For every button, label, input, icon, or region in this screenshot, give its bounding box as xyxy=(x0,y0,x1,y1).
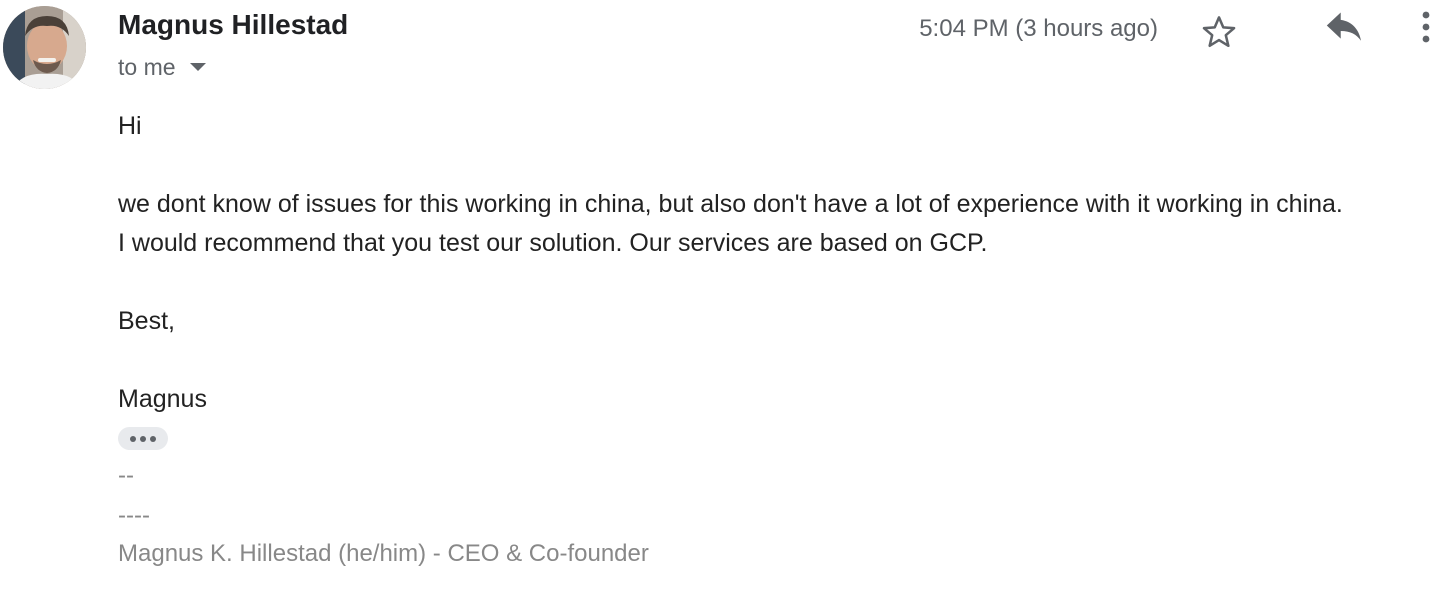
body-greeting: Hi xyxy=(118,112,142,140)
ellipsis-icon xyxy=(130,435,136,442)
avatar-photo xyxy=(3,6,86,89)
body-signoff: Magnus xyxy=(118,385,207,413)
show-trimmed-content-button[interactable] xyxy=(118,427,168,450)
star-button[interactable] xyxy=(1196,9,1242,55)
signature-separator: ---- xyxy=(118,502,150,529)
signature-separator: -- xyxy=(118,462,134,489)
signature-title: Magnus K. Hillestad (he/him) - CEO & Co-… xyxy=(118,540,649,567)
message-timestamp: 5:04 PM (3 hours ago) xyxy=(919,15,1158,42)
recipient-details-toggle[interactable]: to me xyxy=(118,52,206,82)
sender-avatar[interactable] xyxy=(3,6,86,89)
more-vertical-icon xyxy=(1422,11,1430,43)
recipient-label: to me xyxy=(118,53,176,80)
chevron-down-icon[interactable] xyxy=(189,63,206,71)
body-line: I would recommend that you test our solu… xyxy=(118,229,988,257)
reply-button[interactable] xyxy=(1321,7,1367,49)
sender-name[interactable]: Magnus Hillestad xyxy=(118,9,348,41)
body-line: we dont know of issues for this working … xyxy=(118,190,1343,218)
body-closing: Best, xyxy=(118,307,175,335)
more-options-button[interactable] xyxy=(1410,5,1442,49)
star-icon xyxy=(1202,16,1236,48)
message-body: Hi we dont know of issues for this worki… xyxy=(118,107,1448,419)
ellipsis-icon xyxy=(150,435,156,442)
reply-icon xyxy=(1326,12,1362,41)
ellipsis-icon xyxy=(140,435,146,442)
